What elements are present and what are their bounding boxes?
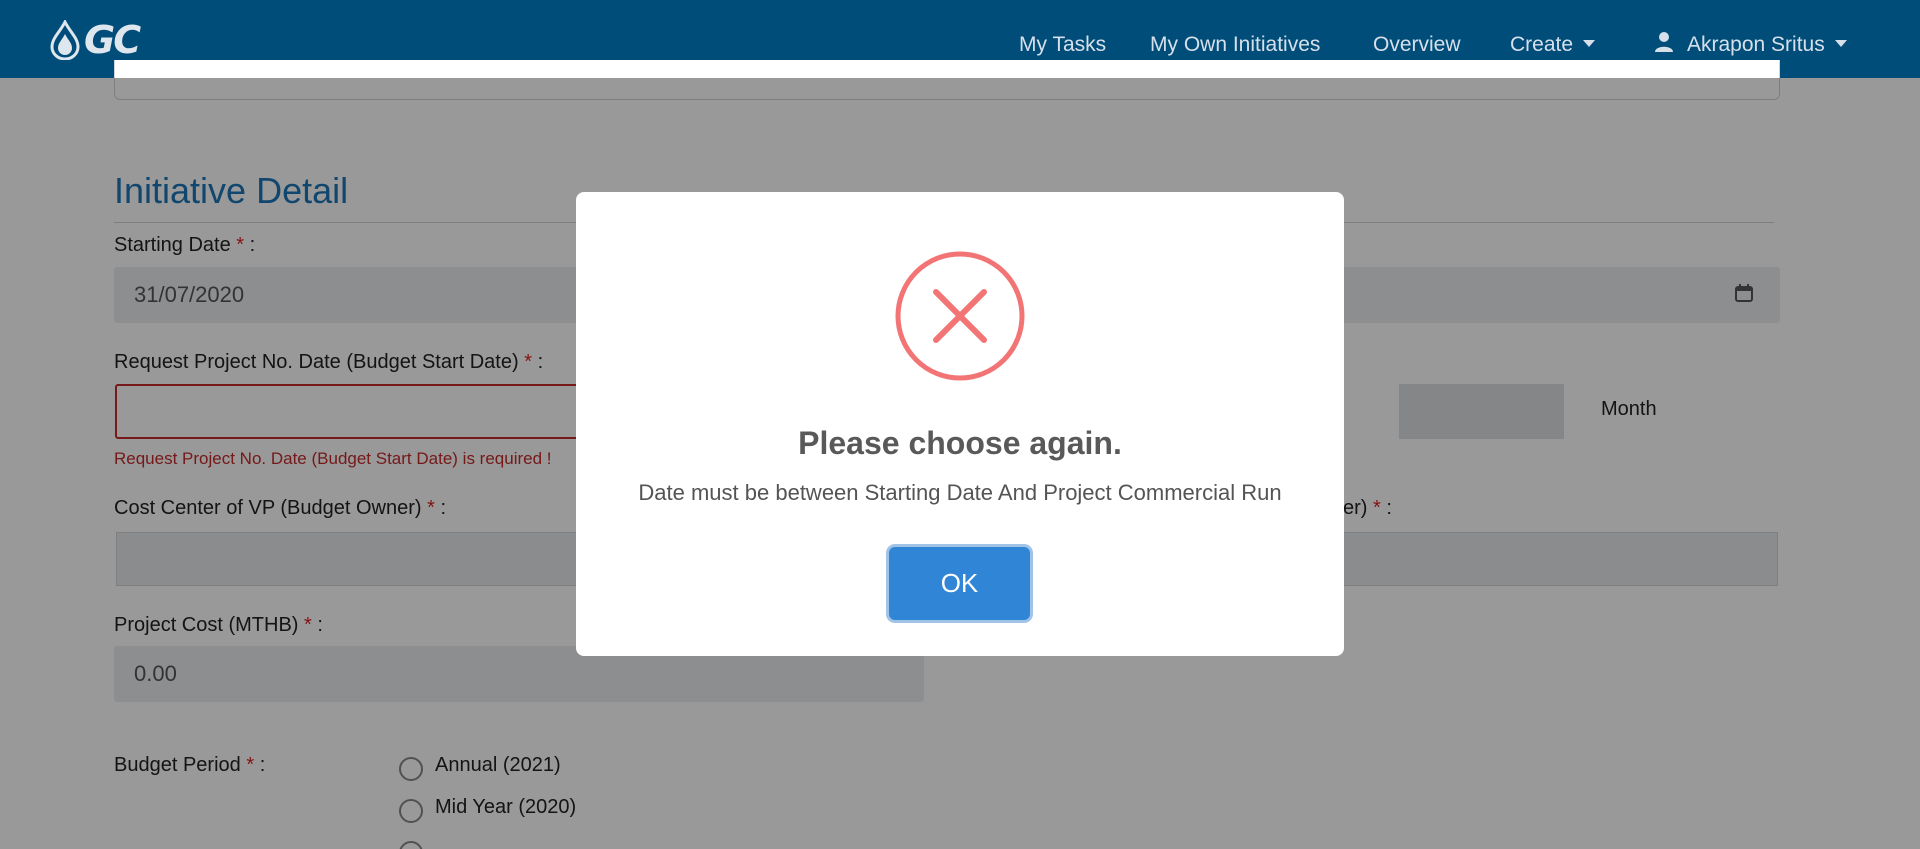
nav-overview[interactable]: Overview — [1373, 33, 1461, 57]
dialog-message: Date must be between Starting Date And P… — [638, 480, 1282, 505]
nav-my-own-initiatives[interactable]: My Own Initiatives — [1150, 33, 1320, 57]
chevron-down-icon — [1583, 39, 1596, 47]
drop-logo-icon — [50, 20, 80, 60]
brand-logo[interactable]: GC — [48, 18, 141, 62]
user-icon — [1655, 32, 1673, 53]
chevron-down-icon — [1834, 39, 1847, 47]
logo-text: GC — [84, 18, 141, 62]
user-menu-dropdown[interactable]: Akrapon Sritus — [1653, 32, 1847, 57]
error-x-icon — [895, 251, 1025, 381]
nav-create-dropdown[interactable]: Create — [1510, 33, 1596, 57]
ok-button[interactable]: OK — [889, 547, 1030, 620]
error-dialog: Please choose again. Date must be betwee… — [576, 192, 1344, 656]
nav-my-tasks[interactable]: My Tasks — [1019, 33, 1106, 57]
dialog-title: Please choose again. — [798, 425, 1122, 461]
user-name: Akrapon Sritus — [1687, 33, 1825, 56]
nav-create-label: Create — [1510, 33, 1574, 56]
